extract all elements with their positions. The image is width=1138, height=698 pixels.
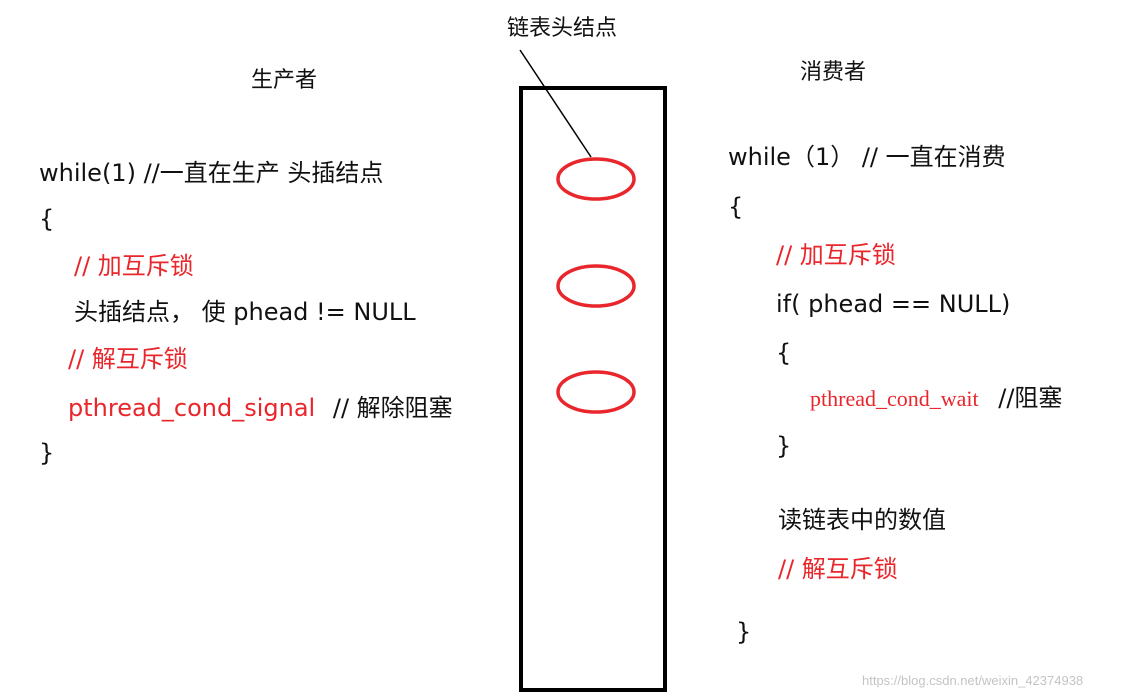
producer-signal-call: pthread_cond_signal (68, 394, 316, 422)
consumer-wait-comment: //阻塞 (998, 384, 1063, 412)
producer-while-line: while(1) //一直在生产 头插结点 (39, 159, 384, 187)
producer-close-brace: } (39, 439, 55, 467)
linked-list-box (519, 86, 667, 692)
head-node-pointer-line (519, 49, 592, 158)
producer-signal-line: pthread_cond_signal // 解除阻塞 (68, 396, 453, 420)
consumer-inner-open-brace: { (776, 339, 792, 367)
consumer-wait-call: pthread_cond_wait (810, 386, 979, 411)
consumer-unlock-comment: // 解互斥锁 (778, 555, 898, 583)
head-node-label: 链表头结点 (507, 16, 618, 41)
consumer-wait-line: pthread_cond_wait //阻塞 (810, 386, 1062, 410)
consumer-open-brace: { (728, 193, 744, 221)
consumer-while-line: while（1） // 一直在消费 (728, 143, 1006, 171)
producer-lock-comment: // 加互斥锁 (74, 252, 194, 280)
watermark-url: https://blog.csdn.net/weixin_42374938 (862, 673, 1084, 688)
list-node-2 (556, 264, 636, 308)
producer-signal-comment: // 解除阻塞 (332, 394, 453, 422)
consumer-inner-close-brace: } (776, 432, 792, 460)
producer-title: 生产者 (251, 68, 318, 93)
consumer-if-line: if( phead == NULL) (776, 290, 1011, 318)
consumer-read-line: 读链表中的数值 (778, 506, 946, 534)
consumer-title: 消费者 (800, 60, 867, 85)
producer-unlock-comment: // 解互斥锁 (68, 345, 188, 373)
list-node-3 (556, 370, 636, 414)
consumer-lock-comment: // 加互斥锁 (776, 241, 896, 269)
list-node-1 (556, 157, 636, 201)
consumer-close-brace: } (736, 618, 752, 646)
producer-insert-line: 头插结点， 使 phead != NULL (74, 298, 416, 326)
producer-open-brace: { (39, 205, 55, 233)
